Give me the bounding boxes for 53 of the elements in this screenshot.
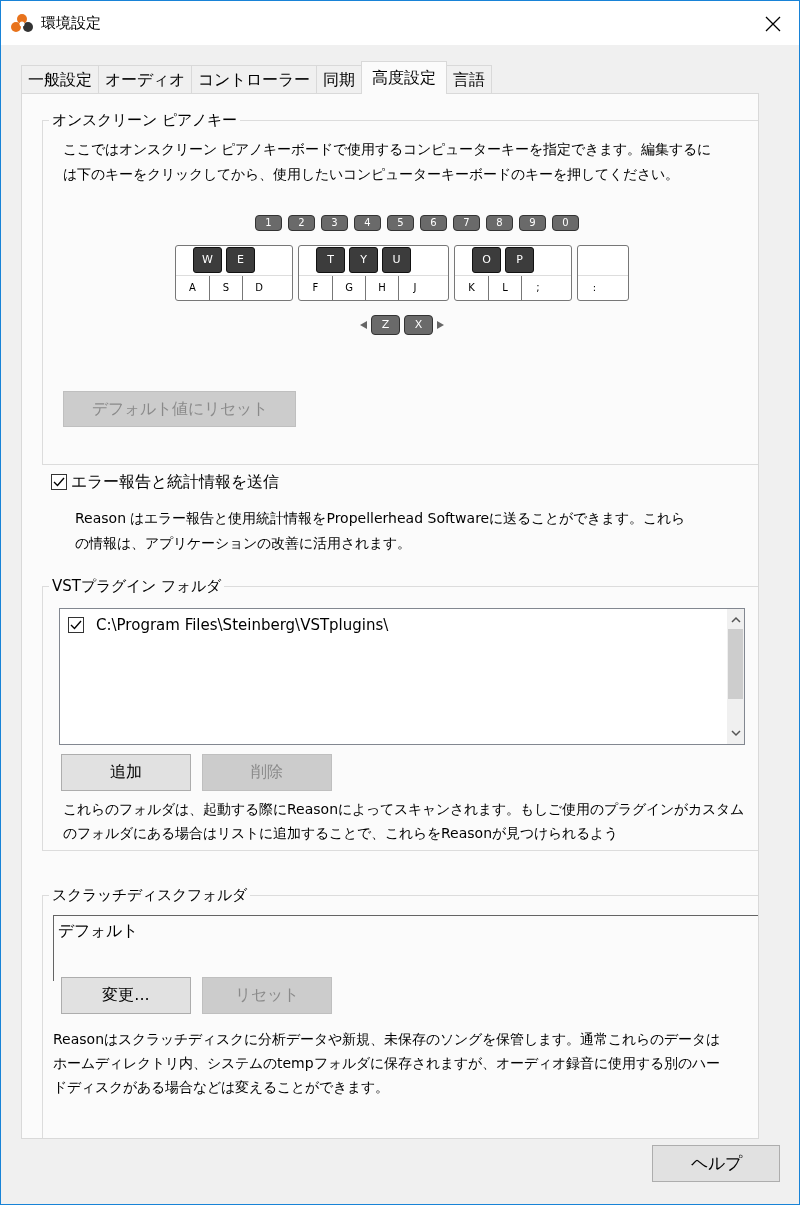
number-key[interactable]: 9: [519, 215, 546, 231]
natural-key[interactable]: F: [299, 276, 332, 300]
number-key[interactable]: 7: [453, 215, 480, 231]
octave-key[interactable]: X: [404, 315, 433, 335]
checkbox[interactable]: [68, 616, 84, 633]
natural-key[interactable]: D: [242, 276, 275, 300]
checkbox[interactable]: [51, 473, 67, 490]
sharp-key[interactable]: T: [316, 247, 345, 273]
octave-up-icon[interactable]: [437, 321, 444, 329]
scrollbar[interactable]: [727, 608, 744, 744]
sharp-key[interactable]: W: [193, 247, 222, 273]
description-text: Reason はエラー報告と使用統計情報をPropellerhead Softwareに送ることができます。これらの情報は、アプリケーションの改善に活用されます。: [75, 508, 687, 553]
natural-key[interactable]: S: [209, 276, 242, 300]
sharp-key[interactable]: E: [226, 247, 255, 273]
number-key[interactable]: 1: [255, 215, 282, 231]
number-key[interactable]: 2: [288, 215, 315, 231]
sharp-key[interactable]: U: [382, 247, 411, 273]
description-text: ここではオンスクリーン ピアノキーボードで使用するコンピューターキーを指定できます。編集するには下のキーをクリックしてから、使用したいコンピューターキーボードのキーを押してください。: [63, 140, 713, 184]
checkbox-label[interactable]: エラー報告と統計情報を送信: [71, 469, 279, 495]
tab[interactable]: 高度設定: [361, 61, 447, 94]
sharp-key[interactable]: P: [505, 247, 534, 273]
natural-key[interactable]: A: [176, 276, 209, 300]
app-icon: [11, 13, 33, 33]
natural-key[interactable]: G: [332, 276, 365, 300]
description-text: Reasonはスクラッチディスクに分析データや新規、未保存のソングを保管します。通常これらのデータはホームディレクトリ内、システムのtempフォルダに保存されますが、オーディオ録音に使用する別のハードディスクがある場合などは変えることができます。: [53, 1029, 722, 1097]
tab[interactable]: 言語: [446, 65, 492, 93]
button[interactable]: 変更...: [61, 976, 191, 1014]
number-key[interactable]: 3: [321, 215, 348, 231]
scroll-down-icon[interactable]: [729, 727, 742, 738]
number-key[interactable]: 8: [486, 215, 513, 231]
tab[interactable]: 一般設定: [21, 65, 99, 93]
natural-key[interactable]: H: [365, 276, 398, 300]
button[interactable]: 追加: [61, 753, 191, 791]
folder-path[interactable]: C:\Program Files\Steinberg\VSTplugins\: [96, 612, 389, 637]
natural-key[interactable]: K: [455, 276, 488, 300]
natural-key[interactable]: L: [488, 276, 521, 300]
help-button[interactable]: ヘルプ: [652, 1145, 780, 1182]
natural-key[interactable]: J: [398, 276, 431, 300]
number-key[interactable]: 0: [552, 215, 579, 231]
octave-key[interactable]: Z: [371, 315, 400, 335]
natural-key[interactable]: ;: [521, 276, 554, 300]
scrollbar-thumb[interactable]: [728, 628, 743, 699]
window-title: 環境設定: [41, 13, 102, 34]
number-key[interactable]: 4: [354, 215, 381, 231]
number-key[interactable]: 6: [420, 215, 447, 231]
scroll-up-icon[interactable]: [729, 614, 742, 625]
close-icon: [765, 15, 781, 32]
number-key[interactable]: 5: [387, 215, 414, 231]
octave-down-icon[interactable]: [360, 321, 367, 329]
natural-key[interactable]: :: [578, 276, 611, 300]
sharp-key[interactable]: O: [472, 247, 501, 273]
description-text: これらのフォルダは、起動する際にReasonによってスキャンされます。もしご使用のプラグインがカスタムのフォルダにある場合はリストに追加することで、これらをReasonが見つけられるよう: [63, 799, 746, 843]
sharp-key[interactable]: Y: [349, 247, 378, 273]
